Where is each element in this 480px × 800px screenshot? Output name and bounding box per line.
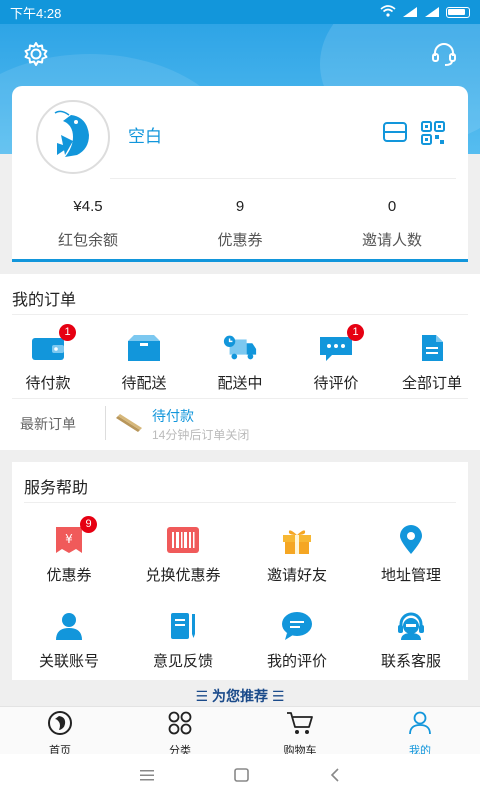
comment-icon: 1 bbox=[318, 324, 364, 364]
svg-text:¥: ¥ bbox=[65, 532, 73, 546]
profile-card: 空白 ¥4.5 红包余额 9 优惠券 0 邀请人数 bbox=[12, 86, 468, 262]
latest-order-status: 待付款 bbox=[152, 408, 194, 424]
service-label: 优惠券 bbox=[46, 567, 92, 584]
settings-gear-icon[interactable] bbox=[22, 40, 50, 68]
service-contact-support[interactable]: 联系客服 bbox=[354, 610, 468, 671]
stat-coupons[interactable]: 9 优惠券 bbox=[164, 198, 316, 250]
signal-icon bbox=[424, 5, 440, 20]
service-badge: 9 bbox=[80, 516, 97, 533]
service-coupons[interactable]: ¥ 9 优惠券 bbox=[12, 516, 126, 585]
orders-section: 我的订单 1 待付款 待配送 配送中 1 待评价 全部订单 最新订单 待付款 1… bbox=[0, 274, 480, 450]
status-bar: 下午4:28 bbox=[0, 0, 480, 24]
service-label: 地址管理 bbox=[380, 567, 441, 584]
notebook-icon bbox=[165, 610, 201, 642]
menu-icon[interactable] bbox=[138, 768, 156, 787]
stat-label: 优惠券 bbox=[217, 232, 263, 249]
order-label: 全部订单 bbox=[401, 375, 462, 392]
system-navigation-bar bbox=[0, 754, 480, 800]
profile-icon bbox=[407, 711, 433, 740]
order-all[interactable]: 全部订单 bbox=[384, 332, 480, 393]
signal-icon bbox=[402, 5, 418, 20]
box-icon bbox=[126, 332, 162, 364]
chat-icon bbox=[279, 610, 315, 642]
order-in-delivery[interactable]: 配送中 bbox=[192, 332, 288, 393]
wallet-icon: 1 bbox=[30, 324, 76, 364]
tab-mine[interactable]: 我的 bbox=[360, 707, 480, 757]
tab-cart[interactable]: 购物车 bbox=[240, 707, 360, 757]
service-label: 关联账号 bbox=[38, 653, 99, 670]
cart-icon bbox=[286, 711, 314, 740]
service-invite-friends[interactable]: 邀请好友 bbox=[240, 524, 354, 585]
stat-label: 红包余额 bbox=[57, 232, 118, 249]
latest-order-note: 14分钟后订单关闭 bbox=[152, 428, 250, 442]
truck-icon bbox=[222, 332, 258, 364]
services-section: 服务帮助 ¥ 9 优惠券 兑换优惠券 邀请好友 地址管理 关联账号 意见反馈 我… bbox=[12, 462, 468, 680]
service-my-reviews[interactable]: 我的评价 bbox=[240, 610, 354, 671]
recommend-title: 为您推荐 bbox=[212, 688, 268, 704]
order-pending-review[interactable]: 1 待评价 bbox=[288, 324, 384, 393]
stat-invited-count[interactable]: 0 邀请人数 bbox=[316, 198, 468, 250]
bottom-tab-bar: 首页 分类 购物车 我的 bbox=[0, 706, 480, 757]
latest-order-label: 最新订单 bbox=[20, 416, 76, 432]
wifi-icon bbox=[380, 4, 396, 20]
tab-category[interactable]: 分类 bbox=[120, 707, 240, 757]
order-label: 配送中 bbox=[217, 375, 263, 392]
order-badge: 1 bbox=[59, 324, 76, 341]
home-square-icon[interactable] bbox=[233, 767, 251, 788]
back-chevron-icon[interactable] bbox=[328, 767, 342, 788]
headset-icon bbox=[393, 610, 429, 642]
service-label: 我的评价 bbox=[266, 653, 327, 670]
shrimp-logo-icon bbox=[47, 110, 99, 163]
status-time: 下午4:28 bbox=[10, 5, 62, 21]
service-linked-accounts[interactable]: 关联账号 bbox=[12, 610, 126, 671]
qr-code-icon[interactable] bbox=[420, 120, 446, 151]
service-address-management[interactable]: 地址管理 bbox=[354, 524, 468, 585]
stat-label: 邀请人数 bbox=[361, 232, 422, 249]
membership-card-icon[interactable] bbox=[382, 120, 408, 151]
product-thumbnail bbox=[116, 410, 144, 439]
stat-value: 0 bbox=[387, 198, 397, 215]
order-label: 待付款 bbox=[25, 375, 71, 392]
home-logo-icon bbox=[47, 711, 73, 740]
latest-order[interactable]: 最新订单 待付款 14分钟后订单关闭 bbox=[0, 398, 480, 446]
coupon-icon: ¥ 9 bbox=[51, 516, 97, 556]
recommend-header: ☰ 为您推荐 ☰ bbox=[0, 686, 480, 706]
gift-icon bbox=[279, 524, 315, 556]
category-icon bbox=[167, 711, 193, 740]
service-redeem-coupon[interactable]: 兑换优惠券 bbox=[126, 524, 240, 585]
service-label: 邀请好友 bbox=[266, 567, 327, 584]
order-label: 待评价 bbox=[313, 375, 359, 392]
tab-home[interactable]: 首页 bbox=[0, 707, 120, 757]
customer-service-headset-icon[interactable] bbox=[430, 40, 458, 68]
stat-red-packet-balance[interactable]: ¥4.5 红包余额 bbox=[12, 198, 164, 250]
username[interactable]: 空白 bbox=[128, 122, 162, 147]
order-label: 待配送 bbox=[121, 375, 167, 392]
stat-value: ¥4.5 bbox=[73, 198, 103, 215]
section-title: 我的订单 bbox=[12, 292, 77, 309]
order-pending-delivery[interactable]: 待配送 bbox=[96, 332, 192, 393]
barcode-icon bbox=[165, 524, 201, 556]
section-title: 服务帮助 bbox=[24, 480, 89, 497]
battery-icon bbox=[446, 6, 470, 18]
document-icon bbox=[414, 332, 450, 364]
service-label: 兑换优惠券 bbox=[145, 567, 221, 584]
decor-lines-icon: ☰ bbox=[195, 688, 209, 704]
service-label: 意见反馈 bbox=[152, 653, 213, 670]
user-icon bbox=[51, 610, 87, 642]
avatar[interactable] bbox=[36, 100, 110, 174]
order-pending-payment[interactable]: 1 待付款 bbox=[0, 324, 96, 393]
stat-value: 9 bbox=[235, 198, 245, 215]
service-feedback[interactable]: 意见反馈 bbox=[126, 610, 240, 671]
decor-lines-icon: ☰ bbox=[271, 688, 285, 704]
order-badge: 1 bbox=[347, 324, 364, 341]
location-icon bbox=[393, 524, 429, 556]
service-label: 联系客服 bbox=[380, 653, 441, 670]
